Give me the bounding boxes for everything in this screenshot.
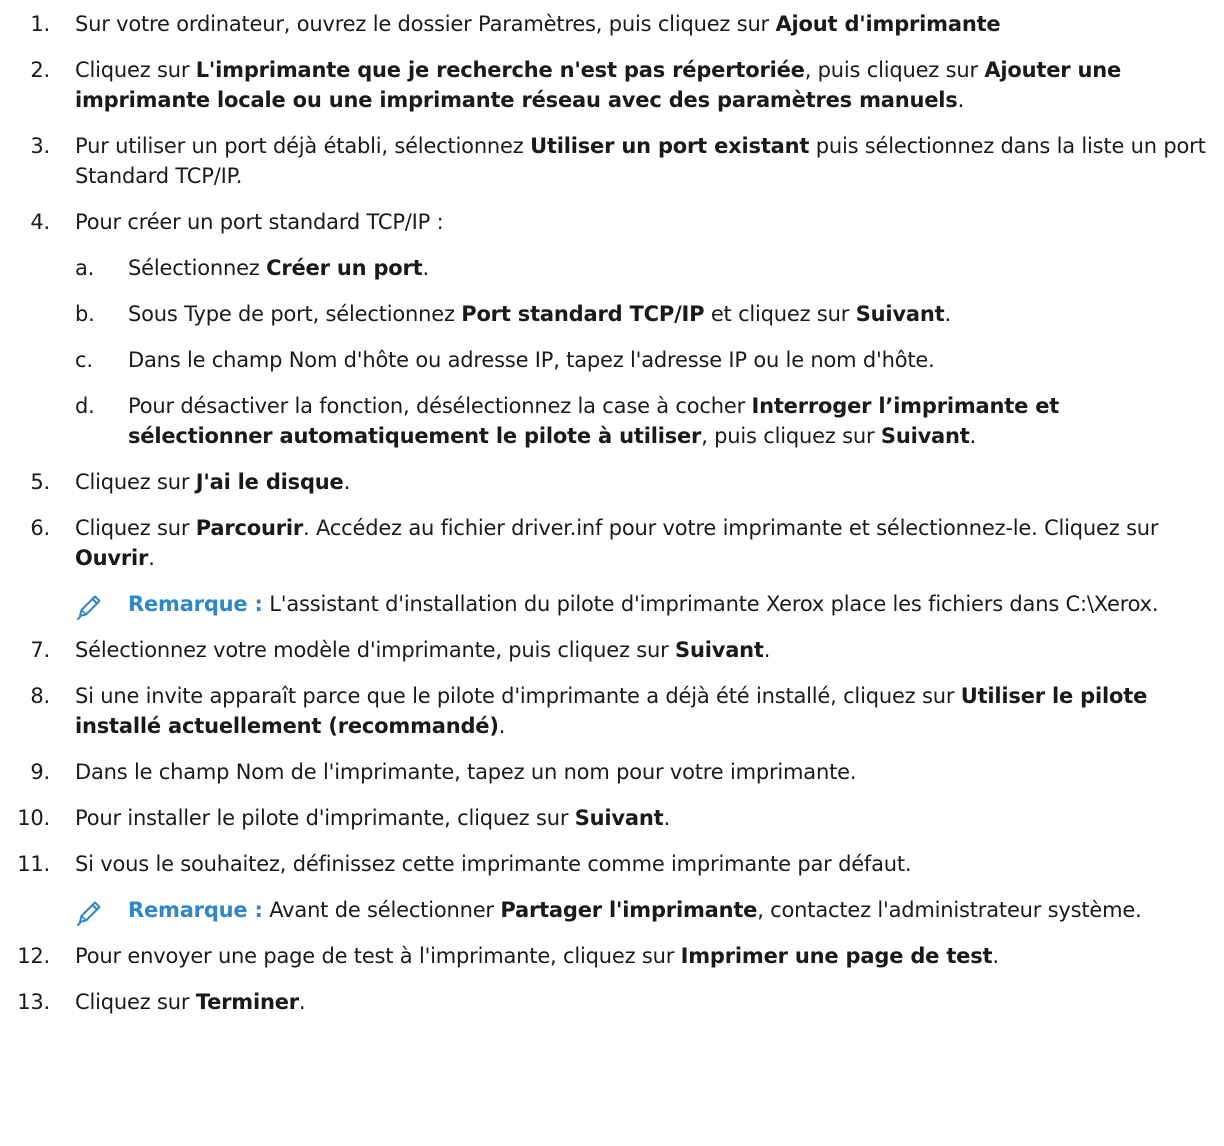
step-number: 6. [30,516,50,540]
note-label: Remarque : [128,592,263,616]
ui-term: J'ai le disque [195,470,344,494]
step-9: 9. Dans le champ Nom de l'imprimante, ta… [0,757,1224,787]
step-4c: c. Dans le champ Nom d'hôte ou adresse I… [0,345,1224,375]
step-text: . [148,546,155,570]
step-13: 13. Cliquez sur Terminer. [0,987,1224,1017]
ui-term: Utiliser un port existant [530,134,810,158]
step-5: 5. Cliquez sur J'ai le disque. [0,467,1224,497]
step-number: 10. [17,806,50,830]
note-text: Avant de sélectionner [262,898,501,922]
step-text: , puis cliquez sur [804,58,985,82]
ui-term: L'imprimante que je recherche n'est pas … [195,58,805,82]
step-text: Pour envoyer une page de test à l'imprim… [75,944,681,968]
substep-letter: b. [75,302,95,326]
step-text: Cliquez sur [75,990,196,1014]
step-number: 11. [17,852,50,876]
step-text: . [763,638,771,662]
note-1: Remarque : L'assistant d'installation du… [0,589,1224,620]
substep-letter: a. [75,256,95,280]
step-4d: d. Pour désactiver la fonction, désélect… [0,391,1224,451]
step-text: , puis cliquez sur [701,424,881,448]
step-12: 12. Pour envoyer une page de test à l'im… [0,941,1224,971]
step-8: 8. Si une invite apparaît parce que le p… [0,681,1224,741]
substep-letter: d. [75,394,95,418]
ui-term: Partager l'imprimante [500,898,758,922]
ui-term: Suivant [675,638,764,662]
ui-term: Suivant [574,806,664,830]
ui-term: Port standard TCP/IP [461,302,705,326]
step-text: Pour créer un port standard TCP/IP : [75,210,444,234]
step-number: 9. [30,760,50,784]
step-text: . [343,470,351,494]
note-text: , contactez l'administrateur système. [757,898,1142,922]
ui-term: Ajout d'imprimante [775,12,1001,36]
note-text: L'assistant d'installation du pilote d'i… [262,592,1159,616]
step-text: Pur utiliser un port déjà établi, sélect… [75,134,531,158]
pencil-icon [77,901,101,926]
step-4a: a. Sélectionnez Créer un port. [0,253,1224,283]
step-text: Cliquez sur [75,58,196,82]
ui-term: Parcourir [195,516,304,540]
note-label: Remarque : [128,898,263,922]
step-number: 7. [30,638,50,662]
step-text: . [498,714,506,738]
step-text: Sélectionnez votre modèle d'imprimante, … [75,638,676,662]
step-text: . [992,944,999,968]
step-number: 12. [17,944,50,968]
step-number: 2. [30,58,50,82]
ui-term: Terminer [195,990,299,1014]
step-text: . [957,88,965,112]
step-number: 3. [30,134,50,158]
step-7: 7. Sélectionnez votre modèle d'imprimant… [0,635,1224,665]
step-number: 4. [30,210,50,234]
step-text: Si vous le souhaitez, définissez cette i… [75,852,912,876]
instruction-page: 1. Sur votre ordinateur, ouvrez le dossi… [0,0,1224,1146]
step-4: 4. Pour créer un port standard TCP/IP : [0,207,1224,237]
step-text: Dans le champ Nom de l'imprimante, tapez… [75,760,857,784]
ui-term: Suivant [855,302,945,326]
step-6: 6. Cliquez sur Parcourir. Accédez au fic… [0,513,1224,573]
step-text: et cliquez sur [704,302,856,326]
step-4b: b. Sous Type de port, sélectionnez Port … [0,299,1224,329]
step-text: Pour installer le pilote d'imprimante, c… [75,806,575,830]
step-text: Si une invite apparaît parce que le pilo… [75,684,961,708]
step-text: Sélectionnez [128,256,267,280]
ui-term: Ouvrir [75,546,149,570]
step-text: . [663,806,670,830]
note-2: Remarque : Avant de sélectionner Partage… [0,895,1224,926]
step-text: . [969,424,977,448]
step-text: . [944,302,951,326]
step-10: 10. Pour installer le pilote d'imprimant… [0,803,1224,833]
step-number: 13. [17,990,50,1014]
step-11: 11. Si vous le souhaitez, définissez cet… [0,849,1224,879]
step-text: . Accédez au fichier driver.inf pour vot… [303,516,1159,540]
step-text: Dans le champ Nom d'hôte ou adresse IP, … [128,348,935,372]
ui-term: Imprimer une page de test [680,944,993,968]
step-text: Cliquez sur [75,516,196,540]
step-number: 5. [30,470,50,494]
step-text: Sur votre ordinateur, ouvrez le dossier … [75,12,776,36]
step-number: 8. [30,684,50,708]
step-text: Pour désactiver la fonction, désélection… [128,394,752,418]
step-3: 3. Pur utiliser un port déjà établi, sél… [0,131,1224,191]
ui-term: Créer un port [266,256,423,280]
step-2: 2. Cliquez sur L'imprimante que je reche… [0,55,1224,115]
step-number: 1. [30,12,50,36]
pencil-icon [77,595,101,620]
step-text: . [298,990,306,1014]
ui-term: Suivant [880,424,970,448]
step-text: Cliquez sur [75,470,196,494]
step-text: Sous Type de port, sélectionnez [128,302,462,326]
substep-letter: c. [75,348,93,372]
step-1: 1. Sur votre ordinateur, ouvrez le dossi… [0,9,1224,39]
step-text: . [422,256,430,280]
